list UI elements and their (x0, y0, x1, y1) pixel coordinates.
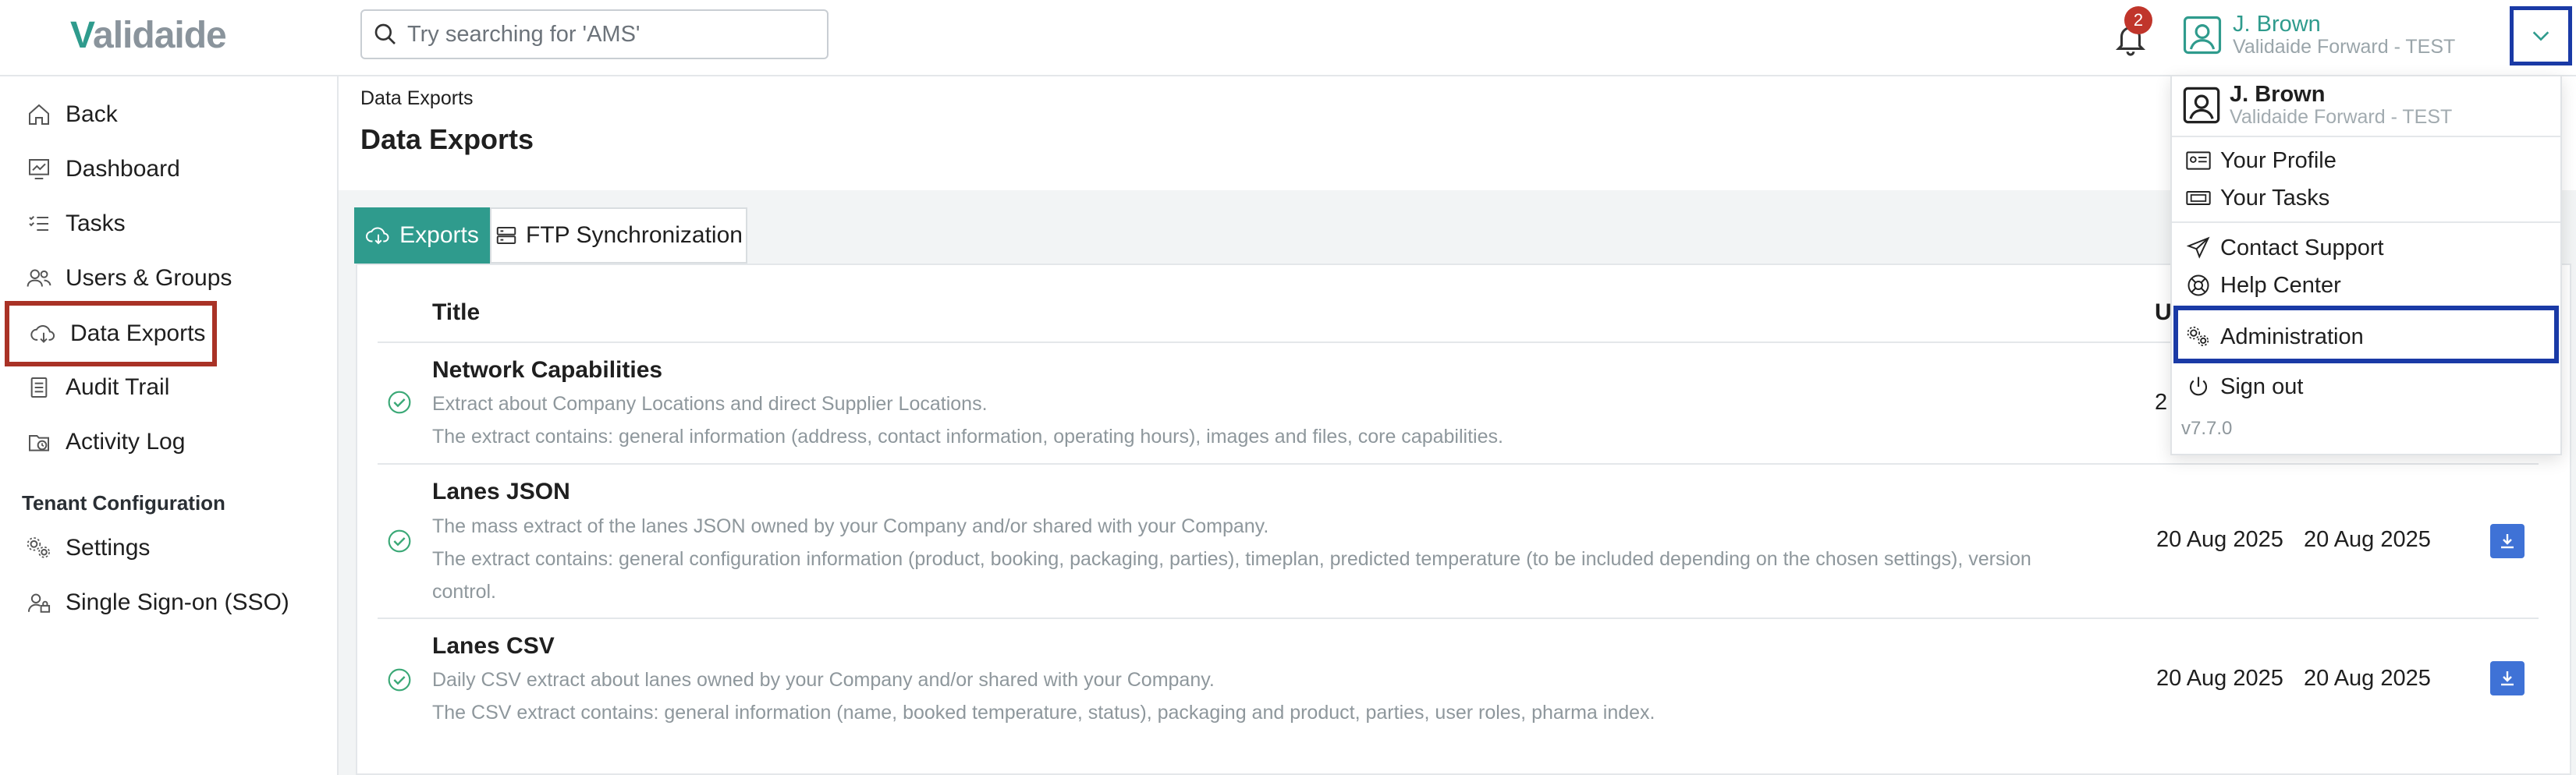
audit-icon (23, 372, 55, 403)
user-dropdown-button[interactable] (2510, 6, 2572, 65)
row-description: The extract contains: general informatio… (432, 426, 1503, 448)
sidebar-item-back[interactable]: Back (23, 95, 118, 134)
server-icon (495, 224, 518, 247)
sidebar-item-label: Back (66, 101, 118, 127)
tab-label: Exports (399, 222, 479, 248)
administration-highlight (2173, 306, 2559, 363)
download-button[interactable] (2490, 661, 2525, 695)
row-created-date: 20 Aug 2025 (2156, 666, 2283, 691)
lifebuoy-icon (2184, 271, 2212, 299)
menu-item-label: Sign out (2220, 373, 2304, 399)
tab-ftp-synchronization[interactable]: FTP Synchronization (490, 207, 747, 264)
page-title: Data Exports (360, 123, 534, 155)
menu-item-help-center[interactable]: Help Center (2184, 268, 2341, 303)
user-menu-trigger[interactable]: J. Brown Validaide Forward - TEST (2181, 12, 2455, 58)
sidebar-item-audit-trail[interactable]: Audit Trail (23, 368, 169, 407)
logo-text: alidaide (93, 14, 227, 56)
validaide-logo[interactable]: Validaide (70, 11, 227, 59)
sso-icon (23, 587, 55, 618)
users-icon (23, 263, 55, 294)
search-box[interactable] (360, 9, 829, 59)
menu-item-label: Your Profile (2220, 147, 2336, 173)
settings-icon (23, 533, 55, 564)
search-input[interactable] (406, 20, 814, 48)
menu-item-label: Your Tasks (2220, 185, 2330, 211)
sidebar-item-label: Users & Groups (66, 265, 232, 291)
row-description: The extract contains: general configurat… (432, 548, 2031, 570)
divider (378, 618, 2539, 619)
row-description: The mass extract of the lanes JSON owned… (432, 515, 1269, 537)
menu-item-label: Help Center (2220, 272, 2341, 298)
breadcrumb[interactable]: Data Exports (360, 87, 474, 110)
sidebar-item-tasks[interactable]: Tasks (23, 204, 126, 243)
sidebar-item-label: Single Sign-on (SSO) (66, 589, 289, 615)
row-date: 2 (2155, 390, 2168, 415)
user-name: J. Brown (2233, 12, 2321, 37)
tasks-icon (23, 208, 55, 239)
row-description: control. (432, 581, 496, 603)
sidebar-item-label: Activity Log (66, 429, 186, 455)
menu-item-contact-support[interactable]: Contact Support (2184, 231, 2384, 265)
sidebar-item-settings[interactable]: Settings (23, 529, 150, 568)
download-icon (2498, 532, 2517, 550)
dashboard-icon (23, 154, 55, 185)
row-updated-date: 20 Aug 2025 (2304, 666, 2431, 691)
row-title: Lanes CSV (432, 633, 555, 659)
search-icon (373, 22, 398, 47)
row-title: Network Capabilities (432, 357, 663, 383)
activity-log-icon (23, 426, 55, 458)
tab-label: FTP Synchronization (526, 222, 743, 248)
row-created-date: 20 Aug 2025 (2156, 527, 2283, 552)
sidebar-item-label: Settings (66, 535, 151, 561)
divider (378, 463, 2539, 465)
row-title: Lanes JSON (432, 479, 570, 504)
sidebar-item-label: Tasks (66, 211, 126, 236)
menu-user-org: Validaide Forward - TEST (2230, 106, 2453, 128)
download-icon (2498, 669, 2517, 688)
notification-badge: 2 (2124, 6, 2152, 34)
user-dropdown-menu: J. Brown Validaide Forward - TEST Your P… (2170, 75, 2562, 455)
power-icon (2184, 373, 2212, 401)
menu-divider (2172, 221, 2560, 223)
sidebar-item-label: Dashboard (66, 156, 180, 182)
cloud-download-icon (365, 224, 392, 247)
logo-mark: V (70, 14, 95, 56)
column-header-title[interactable]: Title (432, 299, 480, 326)
sidebar-item-label: Data Exports (70, 320, 206, 346)
menu-item-label: Contact Support (2220, 235, 2384, 260)
sidebar-item-label: Audit Trail (66, 374, 170, 400)
chevron-down-icon (2530, 28, 2552, 44)
menu-user-name: J. Brown (2230, 82, 2326, 107)
menu-divider (2172, 136, 2560, 137)
user-avatar-icon (2181, 14, 2223, 56)
sidebar-item-sso[interactable]: Single Sign-on (SSO) (23, 583, 289, 622)
row-description: The CSV extract contains: general inform… (432, 702, 1655, 724)
row-description: Daily CSV extract about lanes owned by y… (432, 669, 1215, 691)
app-version: v7.7.0 (2181, 418, 2233, 439)
menu-item-sign-out[interactable]: Sign out (2184, 370, 2303, 404)
row-description: Extract about Company Locations and dire… (432, 393, 988, 415)
send-icon (2184, 234, 2212, 262)
sidebar-item-data-exports[interactable]: Data Exports (5, 301, 217, 366)
column-header-updated[interactable]: U (2155, 299, 2172, 326)
sidebar-item-activity-log[interactable]: Activity Log (23, 423, 185, 462)
menu-item-your-profile[interactable]: Your Profile (2184, 143, 2336, 178)
row-updated-date: 20 Aug 2025 (2304, 527, 2431, 552)
download-button[interactable] (2490, 524, 2525, 558)
check-circle-icon (387, 667, 412, 692)
tenant-config-heading: Tenant Configuration (22, 491, 225, 515)
menu-item-your-tasks[interactable]: Your Tasks (2184, 181, 2329, 215)
user-avatar-icon (2181, 85, 2222, 126)
cloud-download-icon (28, 318, 59, 349)
user-org: Validaide Forward - TEST (2233, 36, 2456, 58)
tab-exports[interactable]: Exports (354, 207, 490, 264)
check-circle-icon (387, 390, 412, 415)
sidebar-item-dashboard[interactable]: Dashboard (23, 150, 180, 189)
check-circle-icon (387, 529, 412, 554)
menu-user-header: J. Brown Validaide Forward - TEST (2181, 83, 2452, 128)
sidebar-item-users-groups[interactable]: Users & Groups (23, 259, 232, 298)
ticket-icon (2184, 184, 2212, 212)
home-icon (23, 99, 55, 130)
id-card-icon (2184, 147, 2212, 175)
